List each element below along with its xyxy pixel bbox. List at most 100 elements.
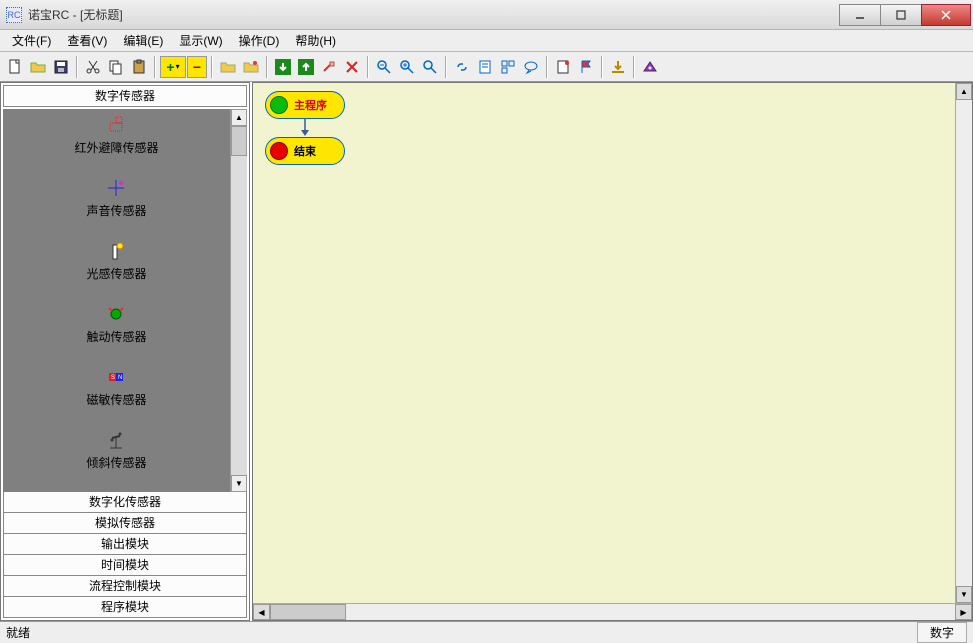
menu-file[interactable]: 文件(F) [4,30,59,51]
scroll-down-icon[interactable]: ▼ [231,475,247,492]
touch-sensor-icon [106,304,126,324]
sidebar-item-magnet-sensor[interactable]: SN 磁敏传感器 [86,367,146,408]
toolbar-separator [266,56,268,78]
content-area: 数字传感器 红外避障传感器 声音传感器 光感传感器 触动传感器 [0,82,973,621]
download-button[interactable] [607,56,629,78]
remove-button[interactable]: − [187,56,207,78]
sidebar-item-label: 倾斜传感器 [86,454,146,471]
scroll-right-icon[interactable]: ▶ [955,604,972,620]
sidebar-item-touch-sensor[interactable]: 触动传感器 [86,304,146,345]
ir-sensor-icon [106,115,126,135]
titlebar: RC 诺宝RC - [无标题] [0,0,973,30]
sidebar-cat-output[interactable]: 输出模块 [3,533,247,555]
close-button[interactable] [921,4,971,26]
menubar: 文件(F) 查看(V) 编辑(E) 显示(W) 操作(D) 帮助(H) [0,30,973,52]
scroll-thumb[interactable] [270,604,346,620]
toolbar-separator [445,56,447,78]
flow-node-start[interactable]: 主程序 [265,91,345,119]
scroll-up-icon[interactable]: ▲ [231,109,247,126]
minimize-button[interactable] [839,4,881,26]
link-button[interactable] [451,56,473,78]
toolbar-separator [546,56,548,78]
sidebar-header[interactable]: 数字传感器 [3,85,247,107]
sidebar-item-label: 红外避障传感器 [74,139,158,156]
toolbar: +▾ − [0,52,973,82]
help-button[interactable] [639,56,661,78]
copy-button[interactable] [105,56,127,78]
scroll-track[interactable] [956,100,972,586]
end-dot-icon [270,142,288,160]
menu-operate[interactable]: 操作(D) [231,30,288,51]
add-button[interactable]: +▾ [160,56,186,78]
toolbar-separator [633,56,635,78]
sidebar-categories: 数字化传感器 模拟传感器 输出模块 时间模块 流程控制模块 程序模块 [3,492,247,618]
svg-text:S: S [111,375,115,381]
toolbar-separator [154,56,156,78]
menu-view[interactable]: 查看(V) [59,30,115,51]
sidebar-item-light-sensor[interactable]: 光感传感器 [86,241,146,282]
end-label: 结束 [294,143,316,159]
sidebar-cat-program[interactable]: 程序模块 [3,596,247,618]
save-button[interactable] [50,56,72,78]
maximize-button[interactable] [880,4,922,26]
folder2-button[interactable] [240,56,262,78]
toolbar-separator [367,56,369,78]
flag-button[interactable] [575,56,597,78]
tilt-sensor-icon [106,430,126,450]
sidebar-cat-time[interactable]: 时间模块 [3,554,247,576]
note-button[interactable] [552,56,574,78]
sidebar-scrollbar[interactable]: ▲ ▼ [230,109,247,492]
sidebar-item-tilt-sensor[interactable]: 倾斜传感器 [86,430,146,471]
clear-button[interactable] [318,56,340,78]
sidebar-cat-analog[interactable]: 模拟传感器 [3,512,247,534]
paste-button[interactable] [128,56,150,78]
sidebar: 数字传感器 红外避障传感器 声音传感器 光感传感器 触动传感器 [0,82,250,621]
zoom-out-button[interactable] [373,56,395,78]
canvas-area: 主程序 结束 ▲ ▼ ◀ ▶ [252,82,973,621]
scroll-up-icon[interactable]: ▲ [956,83,972,100]
window-controls [839,4,973,26]
zoom-fit-button[interactable] [419,56,441,78]
canvas-vertical-scrollbar[interactable]: ▲ ▼ [955,83,972,603]
sidebar-item-sound-sensor[interactable]: 声音传感器 [86,178,146,219]
tooltip-button[interactable] [520,56,542,78]
sidebar-item-ir-sensor[interactable]: 红外避障传感器 [74,115,158,156]
folder1-button[interactable] [217,56,239,78]
doc-button[interactable] [474,56,496,78]
zoom-in-button[interactable] [396,56,418,78]
toolbar-separator [211,56,213,78]
window-title: 诺宝RC - [无标题] [28,6,123,23]
delete-button[interactable] [341,56,363,78]
up-arrow-green-button[interactable] [295,56,317,78]
flow-arrow-icon [299,119,311,137]
sidebar-cat-flow[interactable]: 流程控制模块 [3,575,247,597]
flow-node-end[interactable]: 结束 [265,137,345,165]
new-file-button[interactable] [4,56,26,78]
sidebar-cat-digital[interactable]: 数字化传感器 [3,491,247,513]
down-arrow-green-button[interactable] [272,56,294,78]
cut-button[interactable] [82,56,104,78]
light-sensor-icon [106,241,126,261]
menu-edit[interactable]: 编辑(E) [115,30,171,51]
status-right: 数字 [917,622,967,643]
scroll-track[interactable] [231,156,247,475]
toolbar-separator [601,56,603,78]
canvas-horizontal-scrollbar[interactable]: ◀ ▶ [253,603,972,620]
start-dot-icon [270,96,288,114]
sidebar-item-label: 光感传感器 [86,265,146,282]
menu-help[interactable]: 帮助(H) [287,30,344,51]
start-label: 主程序 [294,97,327,113]
canvas[interactable]: 主程序 结束 ▲ ▼ [253,83,972,603]
scroll-left-icon[interactable]: ◀ [253,604,270,620]
sidebar-list: 红外避障传感器 声音传感器 光感传感器 触动传感器 SN 磁敏传感器 [3,109,247,492]
menu-display[interactable]: 显示(W) [171,30,230,51]
sidebar-item-label: 触动传感器 [86,328,146,345]
blocks-button[interactable] [497,56,519,78]
scroll-track[interactable] [346,604,955,620]
scroll-down-icon[interactable]: ▼ [956,586,972,603]
open-button[interactable] [27,56,49,78]
scroll-thumb[interactable] [231,126,247,156]
svg-text:N: N [118,375,122,381]
sound-sensor-icon [106,178,126,198]
sidebar-item-label: 磁敏传感器 [86,391,146,408]
